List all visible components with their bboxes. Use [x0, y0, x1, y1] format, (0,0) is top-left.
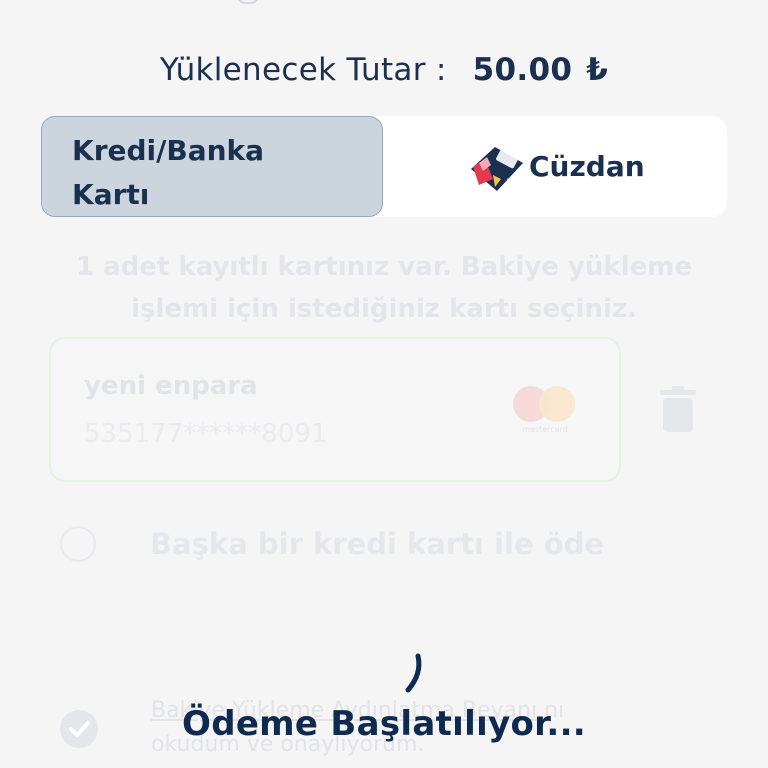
- saved-card-item[interactable]: yeni enpara 535177******8091 mastercard: [49, 337, 621, 482]
- tab-credit-debit-card[interactable]: Kredi/Banka Kartı: [41, 116, 383, 217]
- top-handle: [236, 0, 260, 4]
- trash-icon[interactable]: [660, 386, 696, 434]
- saved-card-info: 1 adet kayıtlı kartınız var. Bakiye yükl…: [30, 246, 738, 330]
- tab-wallet-label: Cüzdan: [529, 149, 645, 183]
- tab-wallet[interactable]: VISA Cüzdan: [467, 134, 645, 198]
- currency-symbol: ₺: [586, 52, 609, 88]
- amount-summary: Yüklenecek Tutar : 50.00 ₺: [0, 52, 768, 88]
- loading-status: Ödeme Başlatılıyor...: [181, 704, 587, 744]
- amount-value: 50.00: [472, 52, 573, 88]
- payment-method-tabs: Kredi/Banka Kartı VISA Cüzdan: [41, 116, 727, 217]
- info-line-1: 1 adet kayıtlı kartınız var. Bakiye yükl…: [76, 252, 692, 282]
- svg-text:VISA: VISA: [507, 178, 523, 185]
- info-line-2: işlemi için istediğiniz kartı seçiniz.: [131, 294, 637, 324]
- card-name: yeni enpara: [84, 371, 258, 401]
- tab-card-label-line2: Kartı: [72, 178, 150, 211]
- loading-spinner-icon: [405, 653, 422, 693]
- amount-label: Yüklenecek Tutar :: [159, 52, 447, 88]
- radio-button[interactable]: [60, 526, 96, 562]
- tab-card-label-line1: Kredi/Banka: [72, 134, 265, 167]
- other-card-option[interactable]: Başka bir kredi kartı ile öde: [60, 526, 604, 562]
- mastercard-logo-icon: mastercard: [513, 386, 575, 434]
- mastercard-wordmark: mastercard: [522, 425, 568, 434]
- other-card-label: Başka bir kredi kartı ile öde: [150, 527, 605, 561]
- card-number: 535177******8091: [84, 419, 328, 449]
- wallet-icon: VISA: [471, 147, 523, 191]
